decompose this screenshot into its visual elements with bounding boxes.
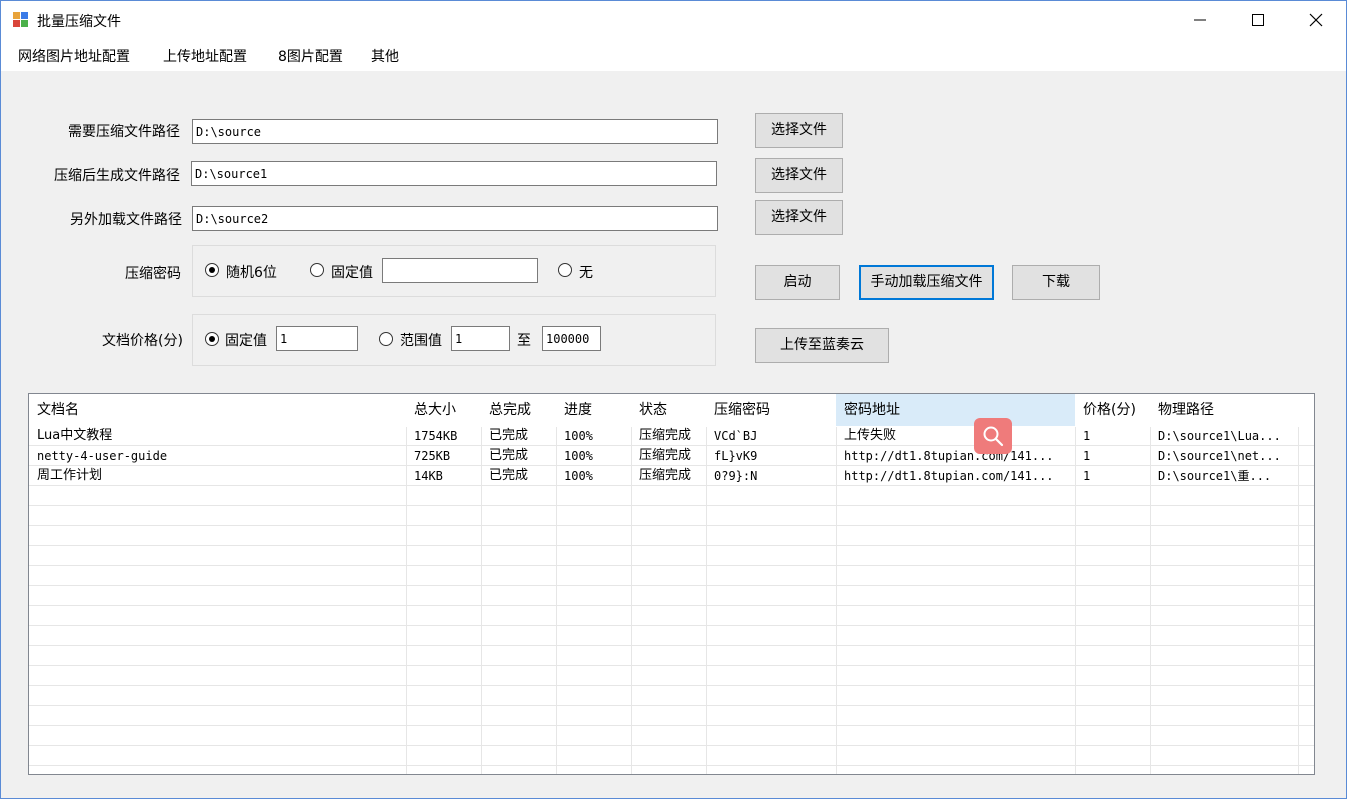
cell-path: D:\source1\Lua... [1158,429,1281,443]
minimize-button[interactable] [1171,1,1229,39]
cell-status: 压缩完成 [639,428,692,443]
price-range-radio[interactable] [379,332,393,346]
cell-status: 压缩完成 [639,448,692,463]
menu-image-url-config[interactable]: 网络图片地址配置 [18,46,130,66]
password-none-radio[interactable] [558,263,572,277]
cell-password: fL}vK9 [714,449,758,463]
password-fixed-label: 固定值 [331,265,373,281]
cell-progress: 100% [564,429,593,443]
output-path-input[interactable] [191,161,717,186]
cell-password-url: 上传失败 [844,428,897,443]
price-range-max-input[interactable] [542,326,601,351]
col-header-price[interactable]: 价格(分) [1075,394,1150,426]
col-header-name[interactable]: 文档名 [29,394,406,426]
cell-done: 已完成 [489,468,529,483]
price-label: 文档价格(分) [102,333,183,349]
password-fixed-input[interactable] [382,258,538,283]
title-bar: 批量压缩文件 [1,1,1346,39]
cell-size: 1754KB [414,429,458,443]
col-header-password-url[interactable]: 密码地址 [836,394,1075,426]
price-fixed-radio[interactable] [205,332,219,346]
close-icon [1309,13,1323,27]
app-window: 批量压缩文件 网络图片地址配置 上传地址配置 8图片配置 其他 需要压缩文件路径… [0,0,1347,799]
floating-search-button[interactable] [974,418,1012,454]
download-button[interactable]: 下载 [1012,265,1100,300]
password-random-radio[interactable] [205,263,219,277]
cell-name: netty-4-user-guide [37,449,168,463]
maximize-icon [1252,14,1264,26]
cell-password: VCd`BJ [714,429,758,443]
cell-size: 14KB [414,469,443,483]
cell-done: 已完成 [489,448,529,463]
cell-done: 已完成 [489,428,529,443]
password-fixed-radio[interactable] [310,263,324,277]
output-path-label: 压缩后生成文件路径 [54,168,180,184]
price-fixed-label: 固定值 [225,333,267,349]
manual-load-button[interactable]: 手动加载压缩文件 [859,265,994,300]
cell-progress: 100% [564,469,593,483]
password-none-label: 无 [579,265,593,281]
cell-price: 1 [1083,449,1091,463]
cell-password-url: http://dt1.8tupian.com/141... [844,469,1054,483]
password-label: 压缩密码 [125,266,181,282]
menu-8-image-config[interactable]: 8图片配置 [278,46,343,66]
cell-name: Lua中文教程 [37,428,113,443]
table-header: 文档名 总大小 总完成 进度 状态 压缩密码 密码地址 价格(分) 物理路径 [29,394,1314,427]
choose-extra-button[interactable]: 选择文件 [755,200,843,235]
menu-bar: 网络图片地址配置 上传地址配置 8图片配置 其他 [1,39,1346,71]
window-title: 批量压缩文件 [37,14,121,30]
extra-path-input[interactable] [192,206,718,231]
cell-price: 1 [1083,469,1091,483]
source-path-label: 需要压缩文件路径 [68,124,180,140]
cell-name: 周工作计划 [37,468,103,483]
price-fixed-input[interactable] [276,326,358,351]
password-random-label: 随机6位 [226,265,277,281]
col-header-password[interactable]: 压缩密码 [706,394,836,426]
cell-path: D:\source1\重... [1158,469,1272,483]
cell-price: 1 [1083,429,1091,443]
cell-progress: 100% [564,449,593,463]
cell-status: 压缩完成 [639,468,692,483]
start-button[interactable]: 启动 [755,265,840,300]
col-header-path[interactable]: 物理路径 [1150,394,1298,426]
extra-path-label: 另外加载文件路径 [70,212,182,228]
close-button[interactable] [1287,1,1345,39]
col-header-done[interactable]: 总完成 [481,394,556,426]
app-icon [13,12,29,28]
maximize-button[interactable] [1229,1,1287,39]
col-header-status[interactable]: 状态 [631,394,706,426]
choose-output-button[interactable]: 选择文件 [755,158,843,193]
search-icon [983,426,1004,447]
source-path-input[interactable] [192,119,718,144]
menu-upload-url-config[interactable]: 上传地址配置 [163,46,247,66]
cell-password: 0?9}:N [714,469,758,483]
col-header-progress[interactable]: 进度 [556,394,631,426]
choose-source-button[interactable]: 选择文件 [755,113,843,148]
cell-path: D:\source1\net... [1158,449,1281,463]
price-to-label: 至 [517,333,531,349]
price-range-label: 范围值 [400,333,442,349]
price-range-min-input[interactable] [451,326,510,351]
upload-lanzou-button[interactable]: 上传至蓝奏云 [755,328,889,363]
col-header-size[interactable]: 总大小 [406,394,481,426]
menu-other[interactable]: 其他 [371,46,399,66]
cell-password-url: http://dt1.8tupian.com/141... [844,449,1054,463]
minimize-icon [1194,19,1206,21]
file-table[interactable]: 文档名 总大小 总完成 进度 状态 压缩密码 密码地址 价格(分) 物理路径 L… [28,393,1315,775]
cell-size: 725KB [414,449,451,463]
